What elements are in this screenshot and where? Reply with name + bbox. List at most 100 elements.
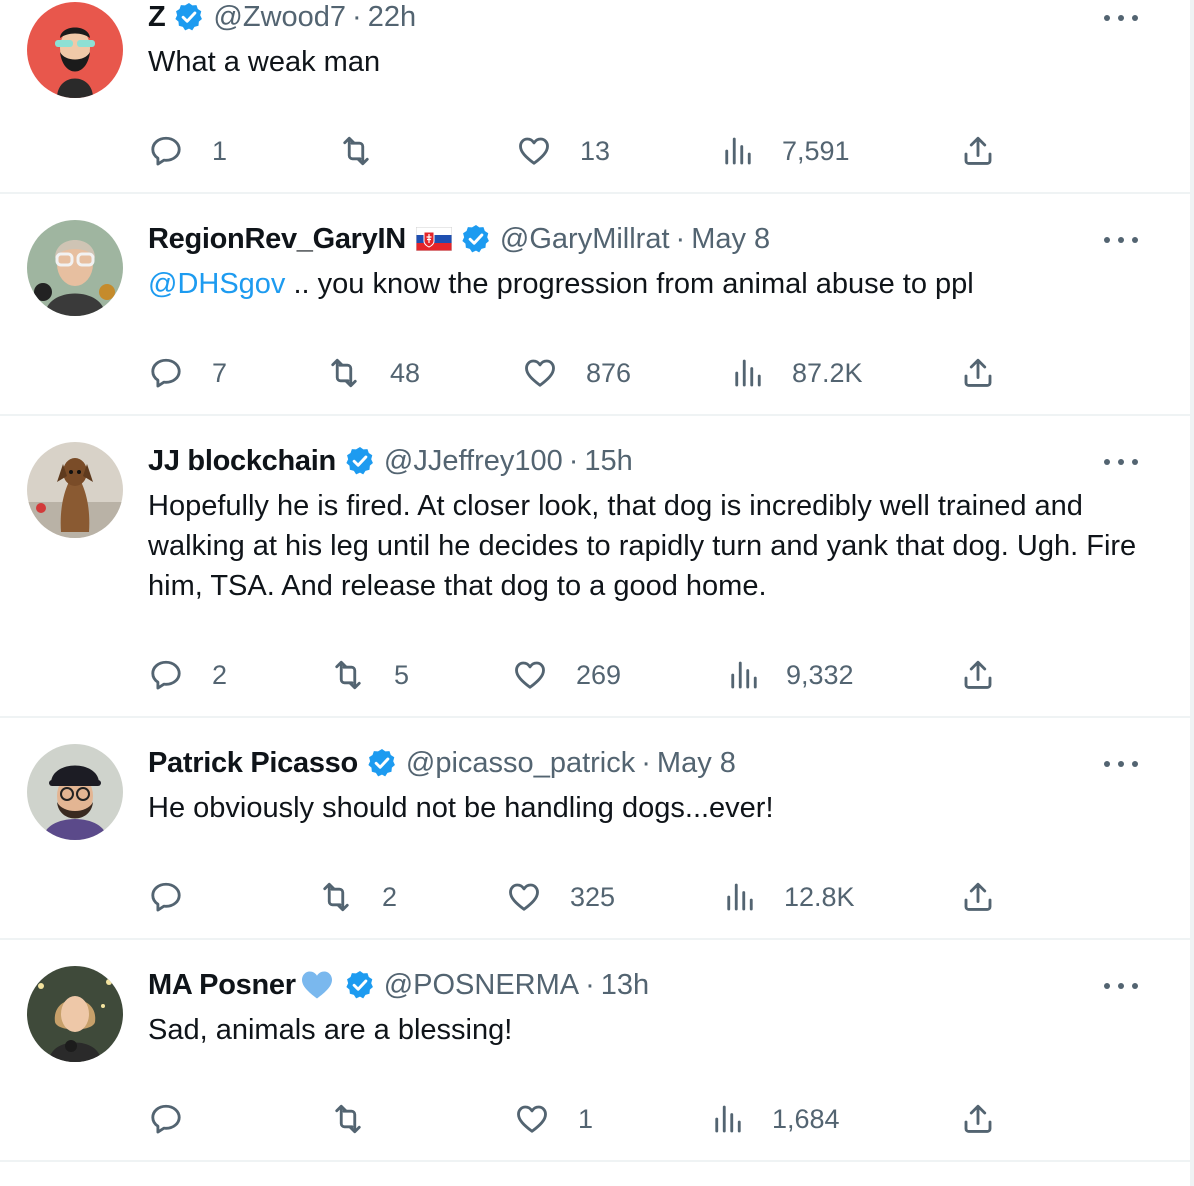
tweet-body: Sad, animals are a blessing!: [148, 1014, 513, 1046]
mention-link[interactable]: @DHSgov: [148, 268, 285, 300]
display-name[interactable]: Z: [148, 1, 166, 34]
like-count: 13: [580, 135, 611, 166]
heart-icon: [506, 879, 542, 915]
handle[interactable]: @POSNERMA: [384, 969, 579, 1002]
timestamp[interactable]: 15h: [584, 445, 632, 478]
reply-button[interactable]: 7: [148, 353, 227, 393]
tweet-item[interactable]: RegionRev_GaryIN @GaryMillrat · May 8 @D…: [0, 194, 1190, 416]
more-options-icon[interactable]: [1104, 457, 1138, 467]
like-button[interactable]: 325: [506, 877, 615, 917]
display-name[interactable]: JJ blockchain: [148, 445, 336, 478]
repost-button[interactable]: 48: [326, 353, 420, 393]
repost-icon: [330, 657, 366, 693]
tweet-item[interactable]: MA Posner @POSNERMA · 13h Sad, animals a…: [0, 940, 1190, 1162]
tweet-text: He obviously should not be handling dogs…: [148, 788, 1158, 828]
tweet-item[interactable]: Patrick Picasso @picasso_patrick · May 8…: [0, 718, 1190, 940]
views-button[interactable]: 87.2K: [730, 353, 863, 393]
share-button[interactable]: [960, 1099, 996, 1139]
tweet-body: What a weak man: [148, 46, 381, 78]
more-options-icon[interactable]: [1104, 759, 1138, 769]
avatar[interactable]: [27, 220, 123, 316]
reply-icon: [148, 879, 184, 915]
repost-button[interactable]: 2: [318, 877, 397, 917]
like-button[interactable]: 1: [514, 1099, 593, 1139]
heart-icon: [512, 657, 548, 693]
reply-count: 2: [212, 659, 228, 690]
like-button[interactable]: 876: [522, 353, 631, 393]
share-button[interactable]: [960, 131, 996, 171]
timestamp[interactable]: May 8: [657, 747, 736, 780]
reply-count: 7: [212, 357, 228, 388]
views-button[interactable]: 9,332: [726, 655, 854, 695]
timestamp[interactable]: 13h: [601, 969, 649, 1002]
more-options-icon[interactable]: [1104, 235, 1138, 245]
avatar-image: [27, 220, 123, 316]
display-name[interactable]: Patrick Picasso: [148, 747, 358, 780]
like-count: 325: [570, 881, 616, 912]
avatar-image: [27, 966, 123, 1062]
views-button[interactable]: 7,591: [720, 131, 850, 171]
repost-count: 5: [394, 659, 410, 690]
reply-button[interactable]: 2: [148, 655, 227, 695]
share-icon: [960, 657, 996, 693]
reply-icon: [148, 1101, 184, 1137]
like-button[interactable]: 269: [512, 655, 621, 695]
display-name[interactable]: RegionRev_GaryIN: [148, 223, 406, 256]
timestamp[interactable]: 22h: [368, 1, 416, 34]
share-button[interactable]: [960, 655, 996, 695]
separator: ·: [352, 0, 362, 33]
verified-badge-icon: [344, 445, 376, 477]
views-count: 1,684: [772, 1103, 840, 1134]
tweet-text: Sad, animals are a blessing!: [148, 1010, 1158, 1050]
avatar[interactable]: [27, 2, 123, 98]
verified-badge-icon: [344, 969, 376, 1001]
avatar[interactable]: [27, 744, 123, 840]
repost-button[interactable]: 5: [330, 655, 409, 695]
display-name[interactable]: MA Posner: [148, 969, 296, 1002]
heart-icon: [516, 133, 552, 169]
tweet-header: JJ blockchain @JJeffrey100 · 15h: [148, 442, 633, 480]
views-icon: [720, 133, 756, 169]
repost-count: 48: [390, 357, 421, 388]
tweet-body: He obviously should not be handling dogs…: [148, 792, 774, 824]
avatar-image: [27, 744, 123, 840]
tweet-text: @DHSgov .. you know the progression from…: [148, 264, 1158, 304]
views-icon: [710, 1101, 746, 1137]
tweet-body: Hopefully he is fired. At closer look, t…: [148, 490, 1137, 602]
repost-count: 2: [382, 881, 398, 912]
reply-button[interactable]: [148, 1099, 212, 1139]
share-button[interactable]: [960, 353, 996, 393]
separator: ·: [675, 222, 686, 255]
tweet-body: .. you know the progression from animal …: [285, 268, 974, 300]
handle[interactable]: @picasso_patrick: [406, 747, 635, 780]
heart-icon: [514, 1101, 550, 1137]
scroll-edge: [1190, 0, 1194, 1186]
views-icon: [730, 355, 766, 391]
views-button[interactable]: 12.8K: [722, 877, 855, 917]
reply-button[interactable]: 1: [148, 131, 227, 171]
handle[interactable]: @GaryMillrat: [500, 223, 670, 256]
views-icon: [726, 657, 762, 693]
views-count: 87.2K: [792, 357, 863, 388]
reply-button[interactable]: [148, 877, 212, 917]
tweet-item[interactable]: JJ blockchain @JJeffrey100 · 15h Hopeful…: [0, 416, 1190, 718]
avatar[interactable]: [27, 442, 123, 538]
separator: ·: [568, 444, 579, 477]
like-button[interactable]: 13: [516, 131, 610, 171]
blue-heart-emoji-icon: [301, 971, 332, 999]
share-button[interactable]: [960, 877, 996, 917]
tweet-item[interactable]: Z @Zwood7 · 22h What a weak man 1 13 7,5…: [0, 0, 1190, 194]
timestamp[interactable]: May 8: [691, 223, 770, 256]
more-options-icon[interactable]: [1104, 981, 1138, 991]
views-button[interactable]: 1,684: [710, 1099, 840, 1139]
more-options-icon[interactable]: [1104, 13, 1138, 23]
repost-button[interactable]: [338, 131, 402, 171]
handle[interactable]: @JJeffrey100: [384, 445, 563, 478]
repost-button[interactable]: [330, 1099, 394, 1139]
views-count: 7,591: [782, 135, 850, 166]
separator: ·: [585, 968, 595, 1001]
tweet-text: What a weak man: [148, 42, 1158, 82]
repost-icon: [338, 133, 374, 169]
handle[interactable]: @Zwood7: [213, 1, 346, 34]
avatar[interactable]: [27, 966, 123, 1062]
